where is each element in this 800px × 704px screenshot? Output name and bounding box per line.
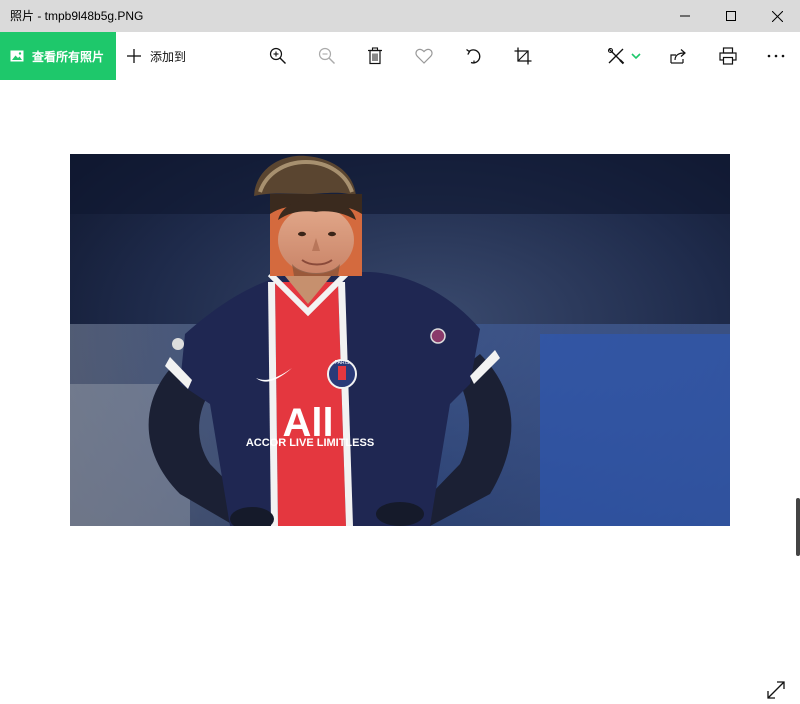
toolbar: 查看所有照片 添加到 — [0, 32, 800, 80]
edit-draw-icon — [607, 47, 625, 65]
photo-illustration: PARIS All ACCOR LIVE LIMITLESS — [70, 154, 730, 526]
zoom-out-button[interactable] — [309, 32, 345, 80]
chevron-down-icon — [631, 53, 641, 60]
rotate-icon — [466, 48, 481, 64]
minimize-button[interactable] — [662, 0, 708, 32]
crop-icon — [514, 47, 532, 65]
edit-and-create-button[interactable] — [600, 32, 648, 80]
share-button[interactable] — [661, 32, 697, 80]
crest-text: PARIS — [335, 360, 350, 366]
heart-icon — [415, 48, 433, 64]
minimize-icon — [680, 15, 690, 17]
zoom-in-button[interactable] — [260, 32, 296, 80]
zoom-in-icon — [269, 47, 286, 64]
delete-icon — [368, 47, 382, 65]
maximize-icon — [726, 11, 736, 21]
close-button[interactable] — [754, 0, 800, 32]
side-scroll-handle[interactable] — [796, 498, 800, 556]
add-to-button[interactable]: 添加到 — [126, 32, 186, 80]
title-bar: 照片 - tmpb9l48b5g.PNG — [0, 0, 800, 32]
sponsor-tagline-text: ACCOR LIVE LIMITLESS — [246, 437, 374, 449]
crop-button[interactable] — [505, 32, 541, 80]
displayed-photo: PARIS All ACCOR LIVE LIMITLESS — [70, 154, 730, 526]
picture-icon — [10, 50, 24, 62]
share-icon — [670, 49, 686, 64]
more-icon — [767, 54, 785, 58]
more-options-button[interactable] — [758, 32, 794, 80]
view-all-photos-button[interactable]: 查看所有照片 — [0, 32, 116, 80]
view-all-photos-label: 查看所有照片 — [32, 49, 105, 64]
zoom-out-icon — [318, 47, 335, 64]
window-title: 照片 - tmpb9l48b5g.PNG — [10, 9, 144, 23]
plus-icon — [127, 49, 141, 63]
print-icon — [719, 47, 737, 65]
print-button[interactable] — [710, 32, 746, 80]
expand-icon — [767, 681, 785, 699]
add-to-label: 添加到 — [150, 49, 187, 64]
favorite-button[interactable] — [406, 32, 442, 80]
full-screen-button[interactable] — [762, 676, 790, 704]
maximize-button[interactable] — [708, 0, 754, 32]
close-icon — [771, 10, 783, 22]
photo-viewer[interactable]: PARIS All ACCOR LIVE LIMITLESS — [0, 80, 800, 699]
delete-button[interactable] — [357, 32, 393, 80]
rotate-button[interactable] — [456, 32, 492, 80]
